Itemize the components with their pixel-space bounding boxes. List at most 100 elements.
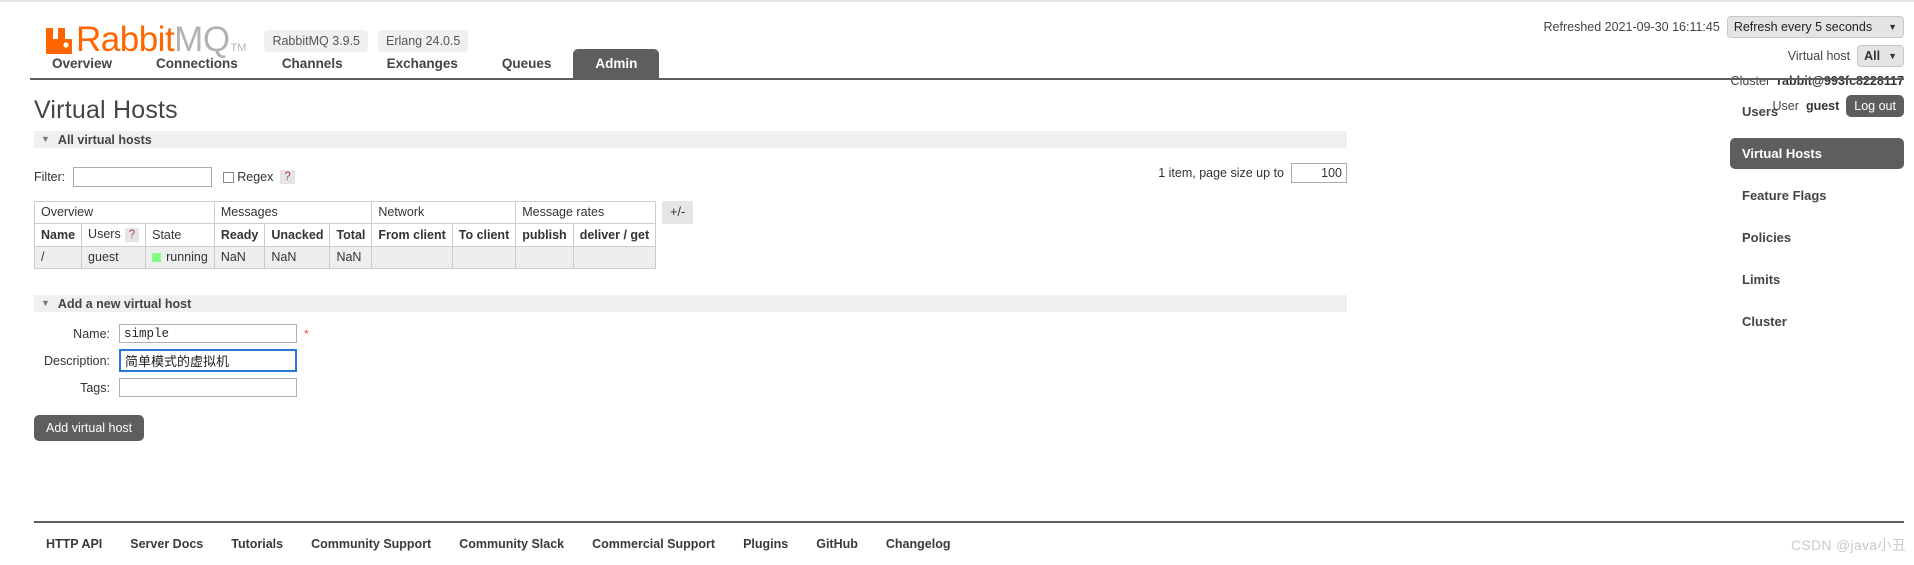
watermark-text: CSDN @java小丑 [1791, 535, 1906, 555]
add-vhost-section: ▼ Add a new virtual host Name: * Descrip… [34, 295, 1634, 441]
refresh-interval-select[interactable]: Refresh every 5 seconds ▼ [1727, 16, 1904, 38]
vhosts-table-wrap: Overview Messages Network Message rates … [34, 201, 1634, 269]
tab-connections[interactable]: Connections [134, 49, 260, 80]
state-indicator-icon [152, 253, 161, 262]
footer-link-commercial-support[interactable]: Commercial Support [592, 537, 715, 551]
footer-links: HTTP API Server Docs Tutorials Community… [34, 537, 950, 551]
item-count-label: 1 item, page size up to [1158, 166, 1284, 180]
col-total[interactable]: Total [330, 224, 372, 247]
col-unacked[interactable]: Unacked [265, 224, 330, 247]
group-header-network: Network [372, 202, 516, 224]
vhosts-table: Overview Messages Network Message rates … [34, 201, 656, 269]
filter-row: Filter: Regex ? 1 item, page size up to [34, 157, 1347, 197]
collapse-caret-icon: ▼ [41, 135, 50, 144]
col-to-client[interactable]: To client [452, 224, 515, 247]
tab-queues[interactable]: Queues [480, 49, 574, 80]
table-group-header-row: Overview Messages Network Message rates [35, 202, 656, 224]
cell-from-client [372, 247, 452, 269]
regex-help-icon[interactable]: ? [280, 170, 294, 184]
admin-side-nav: Users Virtual Hosts Feature Flags Polici… [1730, 96, 1904, 348]
cell-state-label: running [166, 250, 208, 264]
footer-link-tutorials[interactable]: Tutorials [231, 537, 283, 551]
main-area: Virtual Hosts ▼ All virtual hosts Filter… [0, 82, 1914, 565]
col-state[interactable]: State [146, 224, 215, 247]
tags-field-label: Tags: [34, 381, 110, 395]
main-content: Virtual Hosts ▼ All virtual hosts Filter… [34, 82, 1634, 441]
pagination-controls: 1 item, page size up to [1158, 163, 1347, 183]
all-vhosts-section-header[interactable]: ▼ All virtual hosts [34, 131, 1347, 148]
description-field-label: Description: [34, 354, 110, 368]
regex-option: Regex ? [223, 170, 295, 184]
cell-state: running [146, 247, 215, 269]
cell-name[interactable]: / [35, 247, 82, 269]
footer-link-http-api[interactable]: HTTP API [46, 537, 102, 551]
group-header-message-rates: Message rates [516, 202, 656, 224]
add-virtual-host-button[interactable]: Add virtual host [34, 415, 144, 441]
collapse-caret-icon: ▼ [41, 299, 50, 308]
sidebar-item-policies[interactable]: Policies [1730, 222, 1904, 253]
form-row-name: Name: * [34, 324, 1634, 343]
filter-input[interactable] [73, 167, 212, 187]
sidebar-item-cluster[interactable]: Cluster [1730, 306, 1904, 337]
footer-link-plugins[interactable]: Plugins [743, 537, 788, 551]
col-users-label: Users [88, 227, 121, 241]
page-header: RabbitMQ TM RabbitMQ 3.9.5 Erlang 24.0.5… [0, 2, 1914, 80]
main-tabs: Overview Connections Channels Exchanges … [30, 49, 659, 80]
rabbitmq-management-page: RabbitMQ TM RabbitMQ 3.9.5 Erlang 24.0.5… [0, 0, 1914, 565]
refreshed-timestamp: Refreshed 2021-09-30 16:11:45 [1544, 20, 1720, 34]
col-publish[interactable]: publish [516, 224, 573, 247]
tags-field[interactable] [119, 378, 297, 397]
name-field[interactable] [119, 324, 297, 343]
regex-label: Regex [237, 170, 273, 184]
refresh-row: Refreshed 2021-09-30 16:11:45 Refresh ev… [1544, 16, 1904, 38]
tab-channels[interactable]: Channels [260, 49, 365, 80]
group-header-messages: Messages [214, 202, 372, 224]
sidebar-item-users[interactable]: Users [1730, 96, 1904, 127]
description-field[interactable] [119, 349, 297, 372]
cell-users: guest [82, 247, 146, 269]
vhost-filter-label: Virtual host [1788, 49, 1850, 63]
tab-overview[interactable]: Overview [30, 49, 134, 80]
chevron-down-icon: ▼ [1888, 51, 1897, 61]
footer-link-changelog[interactable]: Changelog [886, 537, 951, 551]
form-row-tags: Tags: [34, 378, 1634, 397]
col-name[interactable]: Name [35, 224, 82, 247]
refresh-interval-value: Refresh every 5 seconds [1734, 20, 1872, 34]
tab-exchanges[interactable]: Exchanges [365, 49, 480, 80]
cell-to-client [452, 247, 515, 269]
col-from-client[interactable]: From client [372, 224, 452, 247]
col-users[interactable]: Users? [82, 224, 146, 247]
cell-unacked: NaN [265, 247, 330, 269]
sidebar-item-virtual-hosts[interactable]: Virtual Hosts [1730, 138, 1904, 169]
cell-deliver-get [573, 247, 655, 269]
cell-publish [516, 247, 573, 269]
vhost-filter-value: All [1864, 49, 1880, 63]
tab-admin[interactable]: Admin [573, 49, 659, 80]
chevron-down-icon: ▼ [1888, 22, 1897, 32]
regex-checkbox[interactable] [223, 172, 234, 183]
users-help-icon[interactable]: ? [125, 228, 139, 242]
footer-link-github[interactable]: GitHub [816, 537, 858, 551]
sidebar-item-limits[interactable]: Limits [1730, 264, 1904, 295]
col-deliver-get[interactable]: deliver / get [573, 224, 655, 247]
add-vhost-section-title: Add a new virtual host [58, 297, 191, 311]
form-row-description: Description: [34, 349, 1634, 372]
table-column-header-row: Name Users? State Ready Unacked Total Fr… [35, 224, 656, 247]
page-footer: HTTP API Server Docs Tutorials Community… [34, 521, 1904, 565]
name-field-label: Name: [34, 327, 110, 341]
add-vhost-section-header[interactable]: ▼ Add a new virtual host [34, 295, 1347, 312]
vhost-filter-select[interactable]: All ▼ [1857, 45, 1904, 67]
all-vhosts-section-title: All virtual hosts [58, 133, 152, 147]
page-title: Virtual Hosts [34, 96, 1634, 125]
filter-label: Filter: [34, 170, 65, 184]
table-row[interactable]: / guest running NaN NaN NaN [35, 247, 656, 269]
toggle-columns-button[interactable]: +/- [662, 201, 693, 224]
footer-link-server-docs[interactable]: Server Docs [130, 537, 203, 551]
footer-link-community-slack[interactable]: Community Slack [459, 537, 564, 551]
col-ready[interactable]: Ready [214, 224, 265, 247]
required-marker: * [304, 327, 309, 341]
footer-link-community-support[interactable]: Community Support [311, 537, 431, 551]
page-size-input[interactable] [1291, 163, 1347, 183]
sidebar-item-feature-flags[interactable]: Feature Flags [1730, 180, 1904, 211]
add-vhost-form: Name: * Description: Tags: Add virtual h… [34, 324, 1634, 441]
